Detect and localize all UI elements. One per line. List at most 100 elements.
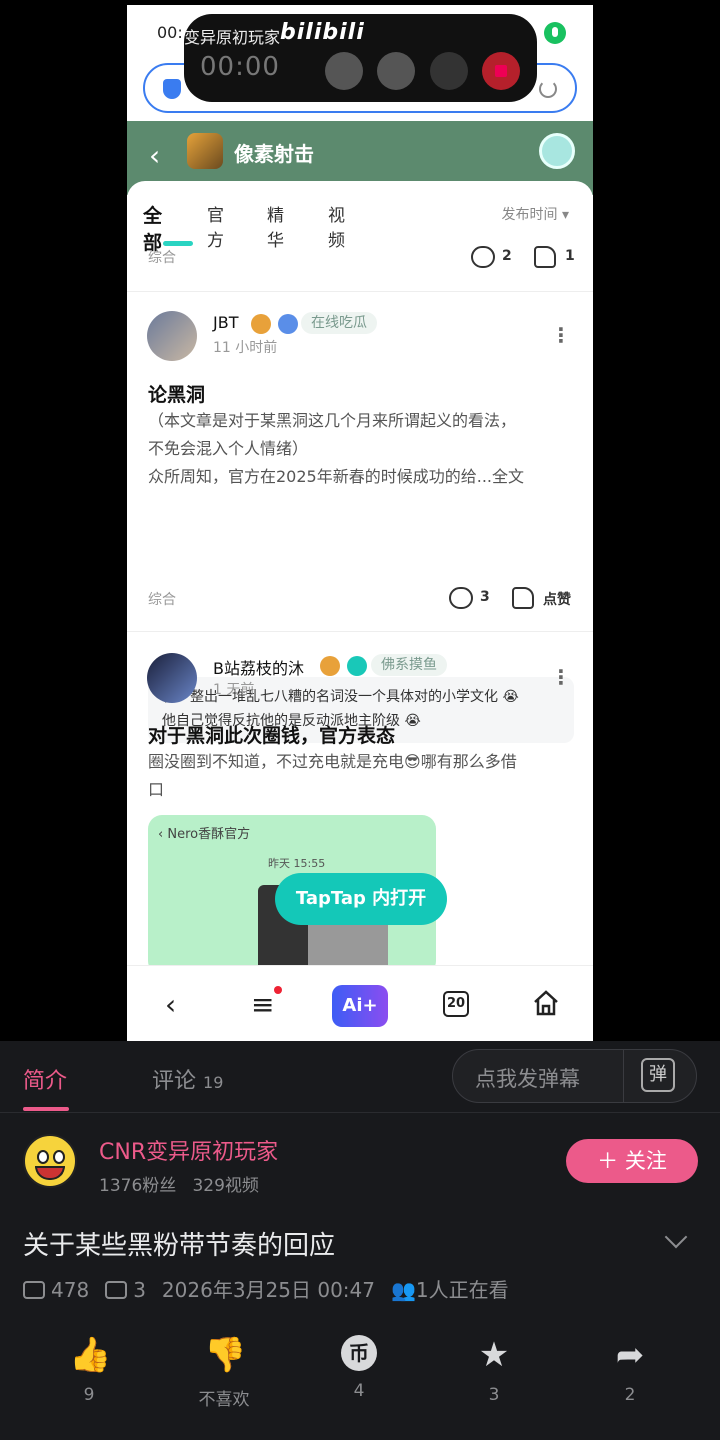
camera-icon[interactable]: [325, 52, 363, 90]
publish-date: 2026年3月25日 00:47: [161, 1278, 375, 1302]
video-title: 关于某些黑粉带节奏的回应: [23, 1231, 336, 1261]
danmaku-count: 3: [133, 1278, 146, 1302]
uploader-avatar[interactable]: [23, 1134, 77, 1188]
like-icon[interactable]: [534, 246, 556, 268]
comment-icon[interactable]: [471, 246, 495, 268]
read-more-link[interactable]: ...全文: [477, 467, 524, 486]
detail-tabs: 简介 评论 19 点我发弹幕 弹: [0, 1041, 720, 1113]
like-icon[interactable]: [512, 587, 534, 609]
post-title[interactable]: 论黑洞: [148, 380, 205, 407]
recorder-title: 变异原初玩家: [184, 28, 281, 47]
post-body[interactable]: （本文章是对于某黑洞这几个月来所谓起义的看法， 不免会混入个人情绪） 众所周知，…: [148, 407, 578, 491]
divider: [623, 1050, 624, 1102]
user-tag: 佛系摸鱼: [371, 654, 447, 676]
danmaku-input[interactable]: 点我发弹幕 弹: [452, 1049, 697, 1103]
tab-official[interactable]: 官方: [207, 201, 224, 251]
open-in-taptap-button[interactable]: TapTap 内打开: [275, 873, 447, 925]
danmaku-count-icon: [105, 1281, 128, 1299]
stop-record-icon[interactable]: [482, 52, 520, 90]
post-body-line: 哪有那么多借: [420, 752, 517, 771]
post-time: 11 小时前: [213, 340, 278, 356]
thumbs-up-icon: 👍: [69, 1335, 112, 1375]
like-label: 点赞: [543, 592, 571, 608]
video-meta: 478 3 2026年3月25日 00:47 👥1人正在看: [23, 1274, 509, 1303]
comment-icon[interactable]: [449, 587, 473, 609]
sort-dropdown[interactable]: 发布时间 ▾: [502, 204, 569, 224]
phone-clock: 00:: [157, 23, 183, 42]
uploader-name[interactable]: CNR变异原初玩家: [99, 1134, 278, 1166]
post-body[interactable]: 圈没圈到不知道，不过充电就是充电😎哪有那么多借 口: [148, 748, 578, 804]
verified-badge-icon: [278, 314, 298, 334]
avatar-mouth: [35, 1166, 65, 1180]
ai-assistant-button[interactable]: Ai+: [332, 985, 388, 1027]
post-body-line: 不免会混入个人情绪）: [148, 439, 309, 458]
assistant-bot-icon[interactable]: [539, 133, 575, 169]
crying-emoji-icon: 😭: [502, 689, 519, 705]
watching-count: 1人正在看: [415, 1278, 509, 1302]
coin-icon: 币: [341, 1335, 377, 1371]
screen: 00: ‹ 像素射击 全部 官方 精华 视频 发布时间 ▾ 综合 2 1 JBT…: [0, 0, 720, 1440]
level-badge-icon: [347, 656, 367, 676]
watching-icon: 👥: [391, 1278, 416, 1302]
star-icon: ★: [478, 1335, 510, 1375]
top-post-category: 综合: [148, 250, 176, 266]
tab-comments-label: 评论: [152, 1069, 197, 1094]
post-body-line: 圈没圈到不知道，不过充电就是充电: [148, 752, 405, 771]
image-header-text: Nero香酥官方: [167, 827, 251, 842]
play-count-icon: [23, 1281, 45, 1299]
crying-emoji-icon: 😭: [404, 713, 421, 729]
back-icon[interactable]: ‹: [165, 988, 176, 1021]
chevron-down-icon[interactable]: [664, 1225, 688, 1249]
pause-icon[interactable]: [430, 52, 468, 90]
tab-comments[interactable]: 评论 19: [152, 1063, 223, 1095]
more-options-icon[interactable]: ⋮: [551, 665, 571, 689]
favorite-button[interactable]: ★ 3: [449, 1335, 539, 1405]
share-button[interactable]: ➦ 2: [585, 1335, 675, 1405]
screen-recorder-pill[interactable]: 变异原初玩家 bilibili 00:00: [184, 14, 537, 102]
tabs-count-button[interactable]: 20: [443, 991, 469, 1017]
tab-indicator: [163, 241, 193, 246]
share-icon: ➦: [615, 1335, 645, 1375]
tab-featured[interactable]: 精华: [267, 201, 284, 251]
tab-video[interactable]: 视频: [328, 201, 345, 251]
tab-indicator: [23, 1107, 69, 1111]
fans-count: 1376粉丝: [99, 1176, 177, 1196]
dislike-button[interactable]: 👎 不喜欢: [179, 1335, 269, 1410]
home-icon[interactable]: [531, 988, 561, 1018]
reload-icon[interactable]: [539, 80, 557, 98]
menu-icon[interactable]: ≡: [251, 988, 274, 1021]
video-frame[interactable]: 00: ‹ 像素射击 全部 官方 精华 视频 发布时间 ▾ 综合 2 1 JBT…: [127, 5, 593, 1041]
browser-nav-bar: ‹ ≡ Ai+ 20: [127, 965, 593, 1041]
image-time: 昨天 15:55: [268, 857, 326, 870]
favorite-count: 3: [488, 1385, 500, 1405]
sort-label: 发布时间: [501, 207, 558, 223]
divider: [127, 631, 593, 632]
coin-button[interactable]: 币 4: [314, 1335, 404, 1401]
shield-icon: [163, 79, 181, 99]
post-title[interactable]: 对于黑洞此次圈钱，官方表态: [148, 721, 395, 748]
level-badge-icon: [251, 314, 271, 334]
like-button[interactable]: 👍 9: [44, 1335, 134, 1405]
more-options-icon[interactable]: ⋮: [551, 323, 571, 347]
like-count: 9: [83, 1385, 95, 1405]
post-username[interactable]: JBT: [213, 313, 238, 332]
danmaku-toggle-icon[interactable]: 弹: [641, 1058, 675, 1092]
image-header: ‹ Nero香酥官方: [158, 827, 251, 842]
avatar[interactable]: [147, 653, 197, 703]
post-username[interactable]: B站荔枝的沐: [213, 655, 304, 679]
emoji-icon: 😎: [404, 752, 421, 771]
avatar-eye: [53, 1150, 65, 1164]
post-body-line: 众所周知，官方在2025年新春的时候成功的给: [148, 467, 477, 486]
mic-indicator-icon: [544, 22, 566, 44]
follow-button[interactable]: ＋ 关注: [566, 1139, 698, 1183]
tab-intro[interactable]: 简介: [23, 1063, 67, 1095]
avatar[interactable]: [147, 311, 197, 361]
post-body-line: 口: [148, 780, 165, 799]
uploader-stats: 1376粉丝 329视频: [99, 1171, 259, 1196]
bilibili-logo: bilibili: [280, 20, 365, 45]
notification-dot: [274, 986, 282, 994]
top-post-likes: 1: [565, 248, 575, 264]
danmaku-placeholder: 点我发弹幕: [475, 1067, 580, 1091]
chevron-left-icon[interactable]: ‹: [149, 139, 160, 172]
microphone-icon[interactable]: [377, 52, 415, 90]
